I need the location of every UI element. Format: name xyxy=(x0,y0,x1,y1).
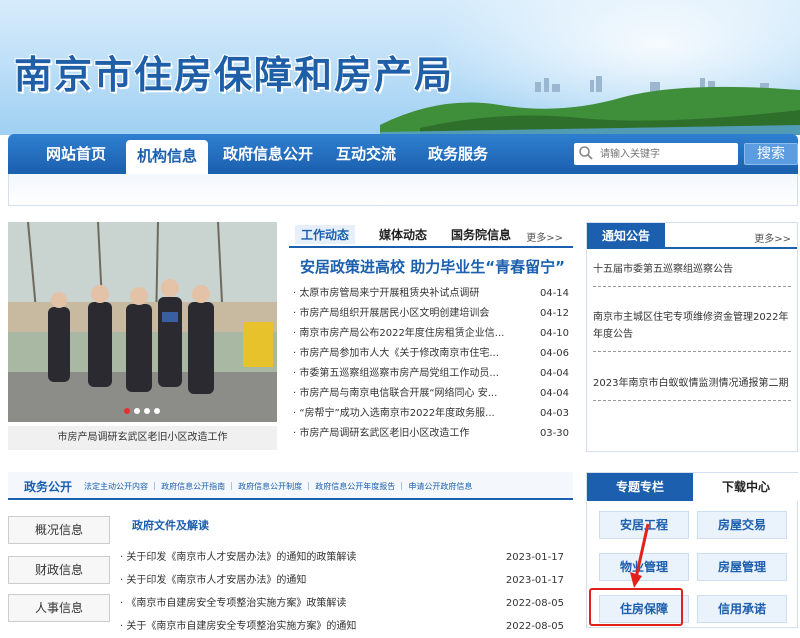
news-more-link[interactable]: 更多>> xyxy=(526,229,563,244)
tab-work-news[interactable]: 工作动态 xyxy=(295,225,356,244)
gov-affairs-links[interactable]: 法定主动公开内容 ｜ 政府信息公开指南 ｜ 政府信息公开制度 ｜ 政府信息公开年… xyxy=(84,481,472,492)
photo-caption[interactable]: 市房产局调研玄武区老旧小区改造工作 xyxy=(8,426,277,450)
news-photo[interactable] xyxy=(8,222,277,422)
notice-title[interactable]: 通知公告 xyxy=(587,223,665,249)
site-title: 南京市住房保障和房产局 xyxy=(14,52,455,97)
nav-interaction[interactable]: 互动交流 xyxy=(326,134,406,174)
search-input[interactable] xyxy=(600,145,734,163)
gov-affairs-panel: 政务公开 法定主动公开内容 ｜ 政府信息公开指南 ｜ 政府信息公开制度 ｜ 政府… xyxy=(8,472,573,632)
topic-housing-management-button[interactable]: 房屋管理 xyxy=(697,553,787,581)
news-list: · 太原市房管局来宁开展租赁央补试点调研 04-14 · 市房产局组织开展居民小区… xyxy=(293,284,573,444)
doc-title[interactable]: · 关于印发《南京市人才安居办法》的通知 xyxy=(120,569,306,592)
news-headline[interactable]: 安居政策进高校 助力毕业生“青春留宁” xyxy=(300,256,565,277)
nav-org-info[interactable]: 机构信息 xyxy=(126,140,208,174)
topic-housing-transaction-button[interactable]: 房屋交易 xyxy=(697,511,787,539)
search-icon xyxy=(579,146,593,160)
gov-docs-list: · 关于印发《南京市人才安居办法》的通知的政策解读 2023-01-17 · 关于… xyxy=(120,546,568,638)
doc-title[interactable]: · 关于《南京市自建房安全专项整治实施方案》的通知 xyxy=(120,615,356,638)
news-panel: 工作动态 媒体动态 国务院信息 更多>> 安居政策进高校 助力毕业生“青春留宁”… xyxy=(289,222,573,452)
highlight-box xyxy=(589,588,683,626)
carousel-dot[interactable] xyxy=(154,408,160,414)
news-date: 04-04 xyxy=(539,388,569,399)
carousel-dot[interactable] xyxy=(134,408,140,414)
tab-state-council-info[interactable]: 国务院信息 xyxy=(451,226,511,243)
tab-special-topics[interactable]: 专题专栏 xyxy=(587,473,693,501)
doc-date: 2023-01-17 xyxy=(505,575,564,586)
list-item[interactable]: · “房帮宁”成功入选南京市2022年度政务服... 04-03 xyxy=(293,404,573,424)
news-date: 04-10 xyxy=(539,328,569,339)
gov-docs-subhead[interactable]: 政府文件及解读 xyxy=(132,517,209,533)
news-date: 03-30 xyxy=(539,428,569,439)
tab-media-news[interactable]: 媒体动态 xyxy=(379,226,427,243)
news-photo-image xyxy=(8,222,277,422)
side-item-finance[interactable]: 财政信息 xyxy=(8,556,110,584)
list-item[interactable]: · 市房产局组织开展居民小区文明创建培训会 04-12 xyxy=(293,304,573,324)
news-date: 04-06 xyxy=(539,348,569,359)
list-item[interactable]: · 市委第五巡察组巡察市房产局党组工作动员... 04-04 xyxy=(293,364,573,384)
topic-credit-commitment-button[interactable]: 信用承诺 xyxy=(697,595,787,623)
gov-affairs-title[interactable]: 政务公开 xyxy=(24,478,72,495)
list-item[interactable]: · 太原市房管局来宁开展租赁央补试点调研 04-14 xyxy=(293,284,573,304)
carousel-dot[interactable] xyxy=(124,408,130,414)
news-title[interactable]: · 市房产局参加市人大《关于修改南京市住宅... xyxy=(293,344,533,364)
nav-gov-services[interactable]: 政务服务 xyxy=(418,134,498,174)
carousel-dot[interactable] xyxy=(144,408,150,414)
news-title[interactable]: · 市房产局组织开展居民小区文明创建培训会 xyxy=(293,304,533,324)
notice-more-link[interactable]: 更多>> xyxy=(754,230,791,245)
side-item-overview[interactable]: 概况信息 xyxy=(8,516,110,544)
doc-date: 2023-01-17 xyxy=(505,552,564,563)
news-title[interactable]: · 市房产局与南京电信联合开展“网络同心 安... xyxy=(293,384,533,404)
doc-title[interactable]: · 关于印发《南京市人才安居办法》的通知的政策解读 xyxy=(120,546,356,569)
notice-item[interactable]: 十五届市委第五巡察组巡察公告 xyxy=(593,261,791,287)
news-title[interactable]: · 市房产局调研玄武区老旧小区改造工作 xyxy=(293,424,533,444)
list-item[interactable]: · 市房产局参加市人大《关于修改南京市住宅... 04-06 xyxy=(293,344,573,364)
carousel-dots xyxy=(124,408,160,414)
news-tabs: 工作动态 媒体动态 国务院信息 更多>> xyxy=(289,222,573,248)
doc-date: 2022-08-05 xyxy=(505,621,564,632)
side-item-personnel[interactable]: 人事信息 xyxy=(8,594,110,622)
news-date: 04-14 xyxy=(539,288,569,299)
news-title[interactable]: · 南京市房产局公布2022年度住房租赁企业信... xyxy=(293,324,533,344)
notice-header: 通知公告 更多>> xyxy=(587,223,797,249)
list-item[interactable]: · 关于印发《南京市人才安居办法》的通知的政策解读 2023-01-17 xyxy=(120,546,568,569)
sub-nav-bar xyxy=(8,174,798,206)
list-item[interactable]: · 市房产局调研玄武区老旧小区改造工作 03-30 xyxy=(293,424,573,444)
red-arrow-icon xyxy=(630,523,650,588)
list-item[interactable]: · 南京市房产局公布2022年度住房租赁企业信... 04-10 xyxy=(293,324,573,344)
tab-download-center[interactable]: 下载中心 xyxy=(693,473,799,501)
doc-date: 2022-08-05 xyxy=(505,598,564,609)
notice-panel: 通知公告 更多>> 十五届市委第五巡察组巡察公告 南京市主城区住宅专项维修资金管… xyxy=(586,222,798,452)
notice-item[interactable]: 2023年南京市白蚁蚁情监测情况通报第二期 xyxy=(593,375,791,401)
list-item[interactable]: · 关于《南京市自建房安全专项整治实施方案》的通知 2022-08-05 xyxy=(120,615,568,638)
news-title[interactable]: · 市委第五巡察组巡察市房产局党组工作动员... xyxy=(293,364,533,384)
news-title[interactable]: · 太原市房管局来宁开展租赁央补试点调研 xyxy=(293,284,533,304)
nav-home[interactable]: 网站首页 xyxy=(32,134,120,174)
search-box xyxy=(574,143,738,165)
search-button[interactable]: 搜索 xyxy=(744,143,798,165)
main-nav: 网站首页 机构信息 政府信息公开 互动交流 政务服务 搜索 xyxy=(8,134,798,174)
nav-gov-info-disclosure[interactable]: 政府信息公开 xyxy=(216,134,320,174)
header-banner: 南京市住房保障和房产局 xyxy=(0,0,800,135)
news-title[interactable]: · “房帮宁”成功入选南京市2022年度政务服... xyxy=(293,404,533,424)
doc-title[interactable]: · 《南京市自建房安全专项整治实施方案》政策解读 xyxy=(120,592,346,615)
news-date: 04-12 xyxy=(539,308,569,319)
notice-item[interactable]: 南京市主城区住宅专项维修资金管理2022年年度公告 xyxy=(593,309,791,352)
list-item[interactable]: · 市房产局与南京电信联合开展“网络同心 安... 04-04 xyxy=(293,384,573,404)
news-date: 04-03 xyxy=(539,408,569,419)
list-item[interactable]: · 《南京市自建房安全专项整治实施方案》政策解读 2022-08-05 xyxy=(120,592,568,615)
gov-affairs-bar: 政务公开 法定主动公开内容 ｜ 政府信息公开指南 ｜ 政府信息公开制度 ｜ 政府… xyxy=(8,472,573,500)
news-date: 04-04 xyxy=(539,368,569,379)
list-item[interactable]: · 关于印发《南京市人才安居办法》的通知 2023-01-17 xyxy=(120,569,568,592)
